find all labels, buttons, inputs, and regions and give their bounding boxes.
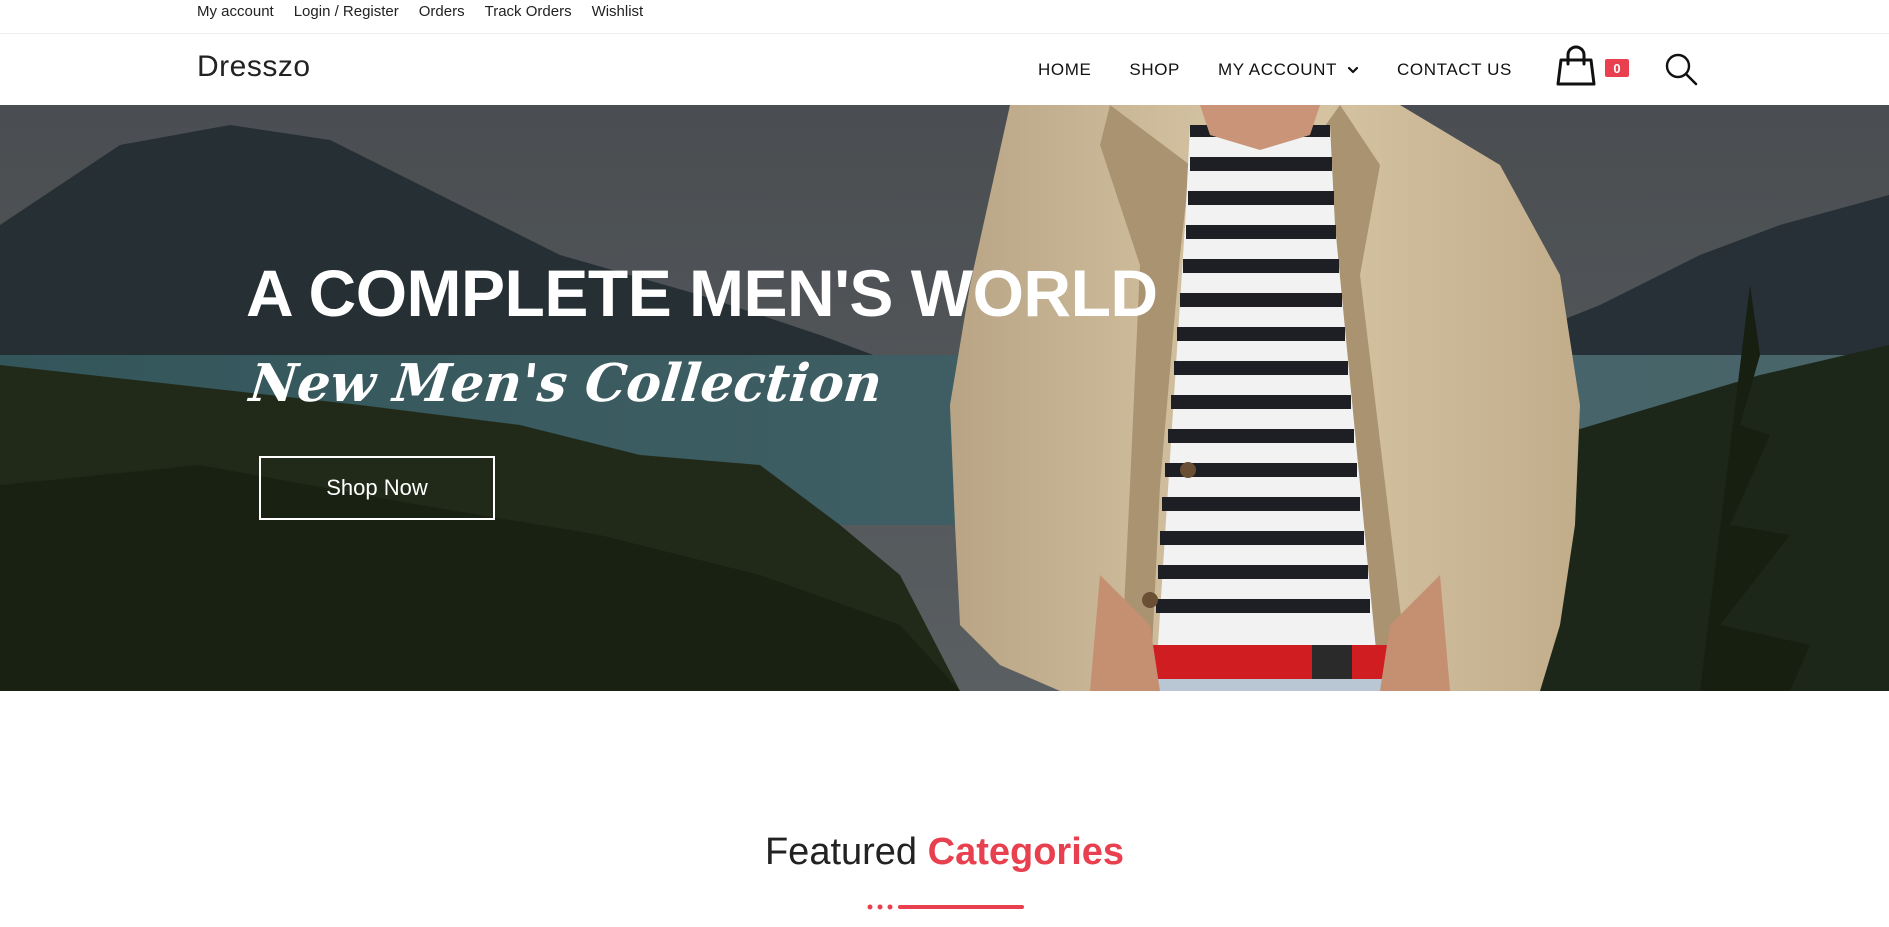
menu-item-label: MY ACCOUNT [1217, 59, 1338, 79]
menu-item-label: SHOP [1129, 59, 1180, 79]
menu-item-label: CONTACT US [1397, 59, 1512, 79]
orders-link[interactable]: Orders [419, 3, 465, 20]
top-bar: My account Login / Register Orders Track… [0, 0, 1889, 34]
menu-item-my-account[interactable]: MY ACCOUNT [1218, 60, 1359, 80]
menu-item-shop[interactable]: SHOP [1129, 60, 1180, 80]
top-links: My account Login / Register Orders Track… [197, 0, 643, 22]
title-underline-decoration [867, 904, 1024, 910]
site-logo[interactable]: Dresszo [197, 50, 311, 84]
section-title: Featured Categories [0, 831, 1889, 874]
cart-count-badge: 0 [1605, 59, 1629, 77]
section-title-plain: Featured [764, 831, 918, 873]
menu-item-contact-us[interactable]: CONTACT US [1397, 60, 1512, 80]
my-account-link[interactable]: My account [197, 3, 274, 20]
hero-banner: A COMPLETE MEN'S WORLD New Men's Collect… [0, 105, 1889, 691]
chevron-down-icon [1347, 66, 1359, 73]
login-register-link[interactable]: Login / Register [294, 3, 399, 20]
main-menu: HOME SHOP MY ACCOUNT CONTACT US [1038, 34, 1512, 105]
shop-now-button[interactable]: Shop Now [259, 456, 495, 520]
search-icon[interactable] [1664, 52, 1698, 86]
menu-item-label: HOME [1038, 59, 1092, 79]
wishlist-link[interactable]: Wishlist [592, 3, 644, 20]
shopping-bag-icon[interactable] [1554, 44, 1598, 88]
menu-item-home[interactable]: HOME [1038, 60, 1091, 80]
section-title-accent: Categories [927, 831, 1125, 873]
hero-title: A COMPLETE MEN'S WORLD [246, 256, 1158, 330]
track-orders-link[interactable]: Track Orders [485, 3, 572, 20]
featured-categories-section: Featured Categories [0, 691, 1889, 927]
main-header: Dresszo HOME SHOP MY ACCOUNT CONTACT US … [0, 34, 1889, 105]
hero-subtitle: New Men's Collection [246, 353, 886, 414]
